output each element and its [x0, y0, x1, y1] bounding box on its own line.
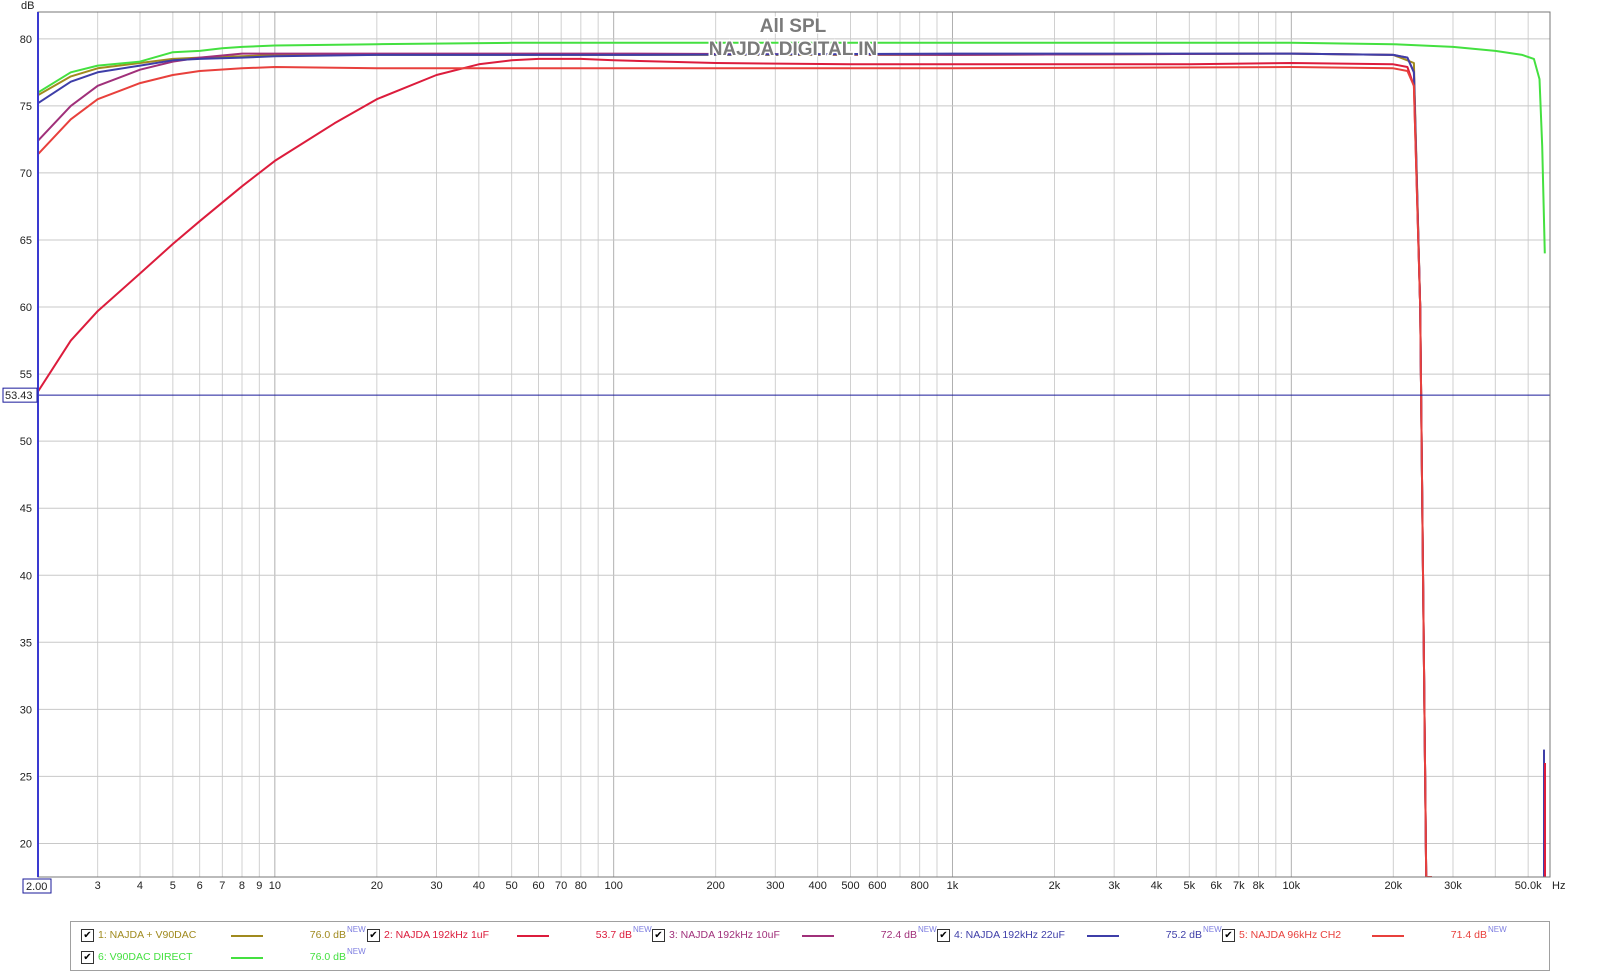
legend-item-4[interactable]: ✔ 4: NAJDA 192kHz 22uF 75.2 dB NEW: [937, 925, 1222, 946]
legend-series-name: 1: NAJDA + V90DAC: [98, 929, 197, 941]
cursor-value: 53.43: [5, 390, 33, 402]
legend-swatch: [1372, 935, 1404, 937]
legend-new-tag: NEW: [347, 947, 366, 956]
x-tick-label: 800: [910, 880, 928, 892]
plot-area[interactable]: [38, 12, 1550, 877]
y-tick-label: 80: [20, 34, 32, 46]
x-tick-label: 10k: [1282, 880, 1300, 892]
x-tick-label: 1k: [947, 880, 959, 892]
y-tick-label: 35: [20, 637, 32, 649]
y-tick-label: 20: [20, 838, 32, 850]
x-tick-label: 100: [604, 880, 622, 892]
legend-series-name: 4: NAJDA 192kHz 22uF: [954, 929, 1065, 941]
legend-checkbox[interactable]: ✔: [367, 929, 380, 942]
legend-swatch: [231, 935, 263, 937]
legend-swatch: [802, 935, 834, 937]
x-tick-label: 50: [506, 880, 518, 892]
x-tick-label: 5: [170, 880, 176, 892]
y-tick-label: 65: [20, 235, 32, 247]
x-tick-label: 3: [95, 880, 101, 892]
x-tick-label: 40: [473, 880, 485, 892]
legend-value: 71.4 dB: [1450, 929, 1487, 941]
legend-checkbox[interactable]: ✔: [937, 929, 950, 942]
x-tick-label: 9: [256, 880, 262, 892]
legend-value: 76.0 dB: [309, 951, 346, 963]
legend-new-tag: NEW: [1488, 925, 1507, 934]
y-tick-label: 25: [20, 771, 32, 783]
x-tick-label: 5k: [1184, 880, 1196, 892]
legend-series-name: 5: NAJDA 96kHz CH2: [1239, 929, 1342, 941]
x-tick-label: 4k: [1151, 880, 1163, 892]
chart-subtitle: NAJDA DIGITAL IN: [709, 39, 878, 60]
x-tick-label: 7k: [1233, 880, 1245, 892]
legend-swatch: [231, 957, 263, 959]
y-tick-label: 55: [20, 369, 32, 381]
x-tick-label: 8k: [1253, 880, 1265, 892]
legend-item-6[interactable]: ✔ 6: V90DAC DIRECT 76.0 dB NEW: [81, 947, 366, 968]
legend-item-5[interactable]: ✔ 5: NAJDA 96kHz CH2 71.4 dB NEW: [1222, 925, 1507, 946]
legend-value: 72.4 dB: [880, 929, 917, 941]
x-tick-label: 20k: [1384, 880, 1402, 892]
legend-value: 75.2 dB: [1165, 929, 1202, 941]
x-tick-label: 600: [868, 880, 886, 892]
x-tick-label: 4: [137, 880, 143, 892]
legend-swatch: [1087, 935, 1119, 937]
x-tick-label: 80: [575, 880, 587, 892]
y-tick-label: 60: [20, 302, 32, 314]
legend-item-1[interactable]: ✔ 1: NAJDA + V90DAC 76.0 dB NEW: [81, 925, 366, 946]
legend: ✔ 1: NAJDA + V90DAC 76.0 dB NEW ✔ 2: NAJDA 19…: [70, 921, 1550, 971]
x-tick-label: 2k: [1049, 880, 1061, 892]
x-start-readout[interactable]: 2.00: [22, 878, 52, 894]
legend-value: 76.0 dB: [309, 929, 346, 941]
y-tick-label: 50: [20, 436, 32, 448]
legend-checkbox[interactable]: ✔: [81, 929, 94, 942]
legend-series-name: 2: NAJDA 192kHz 1uF: [384, 929, 490, 941]
x-tick-label: 6: [197, 880, 203, 892]
legend-series-name: 6: V90DAC DIRECT: [98, 951, 193, 963]
x-tick-label: 20: [371, 880, 383, 892]
x-tick-label: 7: [219, 880, 225, 892]
legend-checkbox[interactable]: ✔: [652, 929, 665, 942]
y-tick-label: 30: [20, 704, 32, 716]
legend-checkbox[interactable]: ✔: [81, 951, 94, 964]
x-tick-label: 30k: [1444, 880, 1462, 892]
x-tick-label: 50.0k: [1515, 880, 1542, 892]
x-start-value: 2.00: [26, 881, 47, 893]
legend-new-tag: NEW: [633, 925, 652, 934]
legend-series-name: 3: NAJDA 192kHz 10uF: [669, 929, 780, 941]
x-tick-labels: 3 4 5 6 7 8 9 10 20 30 40 50 60 70 80 100 200 300 400 500 60…: [95, 880, 1543, 892]
x-tick-label: 3k: [1108, 880, 1120, 892]
legend-value: 53.7 dB: [595, 929, 632, 941]
x-tick-label: 400: [808, 880, 826, 892]
y-tick-label: 45: [20, 503, 32, 515]
x-tick-label: 10: [269, 880, 281, 892]
legend-item-2[interactable]: ✔ 2: NAJDA 192kHz 1uF 53.7 dB NEW: [367, 925, 652, 946]
legend-checkbox[interactable]: ✔: [1222, 929, 1235, 942]
y-tick-label: 40: [20, 570, 32, 582]
legend-new-tag: NEW: [1203, 925, 1222, 934]
x-tick-label: 500: [841, 880, 859, 892]
x-tick-label: 60: [532, 880, 544, 892]
y-axis-label: dB: [21, 0, 34, 12]
cursor-readout[interactable]: 53.43: [2, 387, 38, 403]
x-tick-label: 200: [706, 880, 724, 892]
x-tick-label: 6k: [1210, 880, 1222, 892]
legend-swatch: [517, 935, 549, 937]
legend-new-tag: NEW: [347, 925, 366, 934]
chart-title: All SPL: [760, 16, 827, 37]
legend-new-tag: NEW: [918, 925, 937, 934]
x-tick-label: 70: [555, 880, 567, 892]
legend-item-3[interactable]: ✔ 3: NAJDA 192kHz 10uF 72.4 dB NEW: [652, 925, 937, 946]
y-tick-label: 75: [20, 101, 32, 113]
x-tick-label: 30: [430, 880, 442, 892]
y-tick-labels: 20 25 30 35 40 45 50 55 60 65 70 75 80: [20, 34, 32, 851]
x-axis-unit: Hz: [1552, 880, 1565, 892]
x-tick-label: 300: [766, 880, 784, 892]
x-tick-label: 8: [239, 880, 245, 892]
spl-chart: 20253035404550556065707580 3 4 5 6 7 8 9 10 20 30…: [2, 0, 1565, 894]
y-tick-label: 70: [20, 168, 32, 180]
